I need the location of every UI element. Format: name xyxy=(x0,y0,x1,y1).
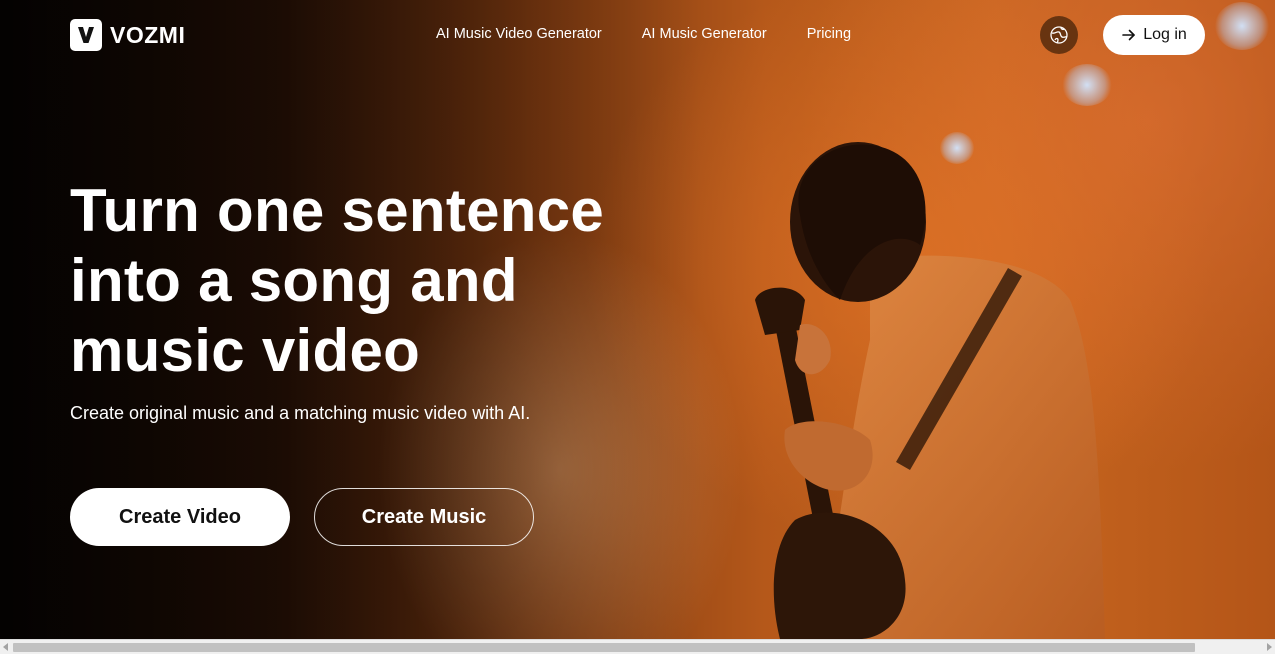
hero-headline-line: music video xyxy=(70,317,421,384)
logo-mark-icon xyxy=(70,19,102,51)
login-label: Log in xyxy=(1143,26,1187,43)
logo[interactable]: VOZMI xyxy=(70,19,185,51)
hero-headline: Turn one sentence into a song and music … xyxy=(70,176,690,386)
nav-item-ai-music-generator[interactable]: AI Music Generator xyxy=(642,26,767,42)
page: VOZMI AI Music Video Generator AI Music … xyxy=(0,0,1275,654)
create-video-button[interactable]: Create Video xyxy=(70,488,290,546)
horizontal-scrollbar[interactable] xyxy=(0,639,1275,654)
hero-headline-line: Turn one sentence xyxy=(70,177,605,244)
language-button[interactable] xyxy=(1040,16,1078,54)
create-music-button[interactable]: Create Music xyxy=(314,488,534,546)
nav-item-pricing[interactable]: Pricing xyxy=(807,26,851,42)
main-nav: AI Music Video Generator AI Music Genera… xyxy=(436,26,851,42)
hero-subheadline: Create original music and a matching mus… xyxy=(70,403,531,423)
logo-text: VOZMI xyxy=(110,21,186,48)
arrow-right-icon xyxy=(1122,29,1136,41)
nav-item-ai-music-video-generator[interactable]: AI Music Video Generator xyxy=(436,26,602,42)
scroll-right-arrow-icon[interactable] xyxy=(1267,643,1272,651)
login-button[interactable]: Log in xyxy=(1103,15,1205,55)
globe-icon xyxy=(1050,26,1068,44)
scroll-left-arrow-icon[interactable] xyxy=(3,643,8,651)
hero-headline-line: into a song and xyxy=(70,247,518,314)
scrollbar-thumb[interactable] xyxy=(13,643,1195,652)
